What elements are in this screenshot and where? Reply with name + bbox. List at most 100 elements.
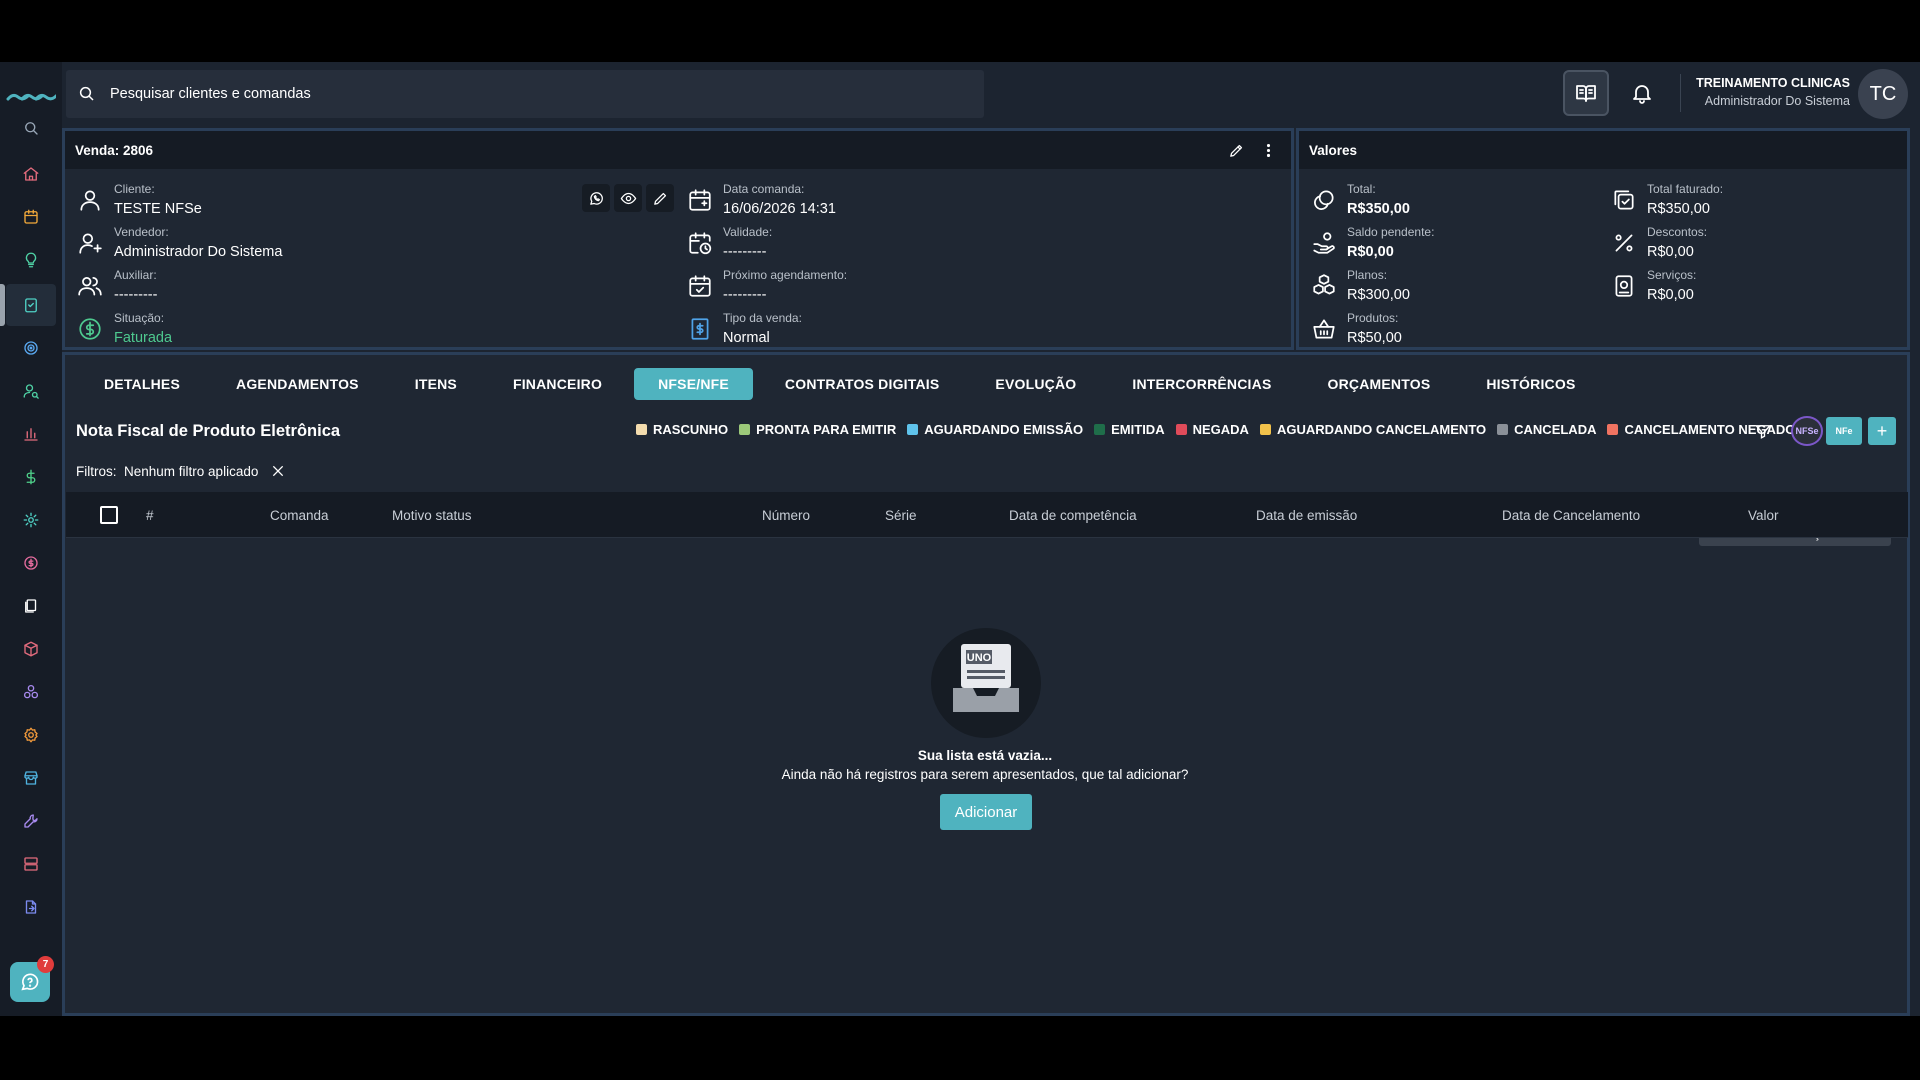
coin-icon[interactable] [19,551,43,575]
total-billed-value: R$350,00 [1647,201,1710,217]
circles-icon[interactable] [19,680,43,704]
search-input[interactable] [110,86,910,102]
bell-icon [1633,85,1651,104]
target-icon[interactable] [19,336,43,360]
boxes-icon [1311,273,1337,299]
clear-filters-icon[interactable] [270,463,286,479]
status-label: Situação: [114,311,165,325]
services-label: Serviços: [1647,268,1697,282]
dollar-icon[interactable] [19,465,43,489]
assistant-value: --------- [114,287,158,303]
lightbulb-icon[interactable] [19,248,43,272]
products-label: Produtos: [1347,311,1399,325]
date-field: Data comanda: 16/06/2026 14:31 [723,182,836,217]
receipt-dollar-icon [687,316,713,342]
users-icon [77,273,103,299]
discounts-field: Descontos: R$0,00 [1647,225,1707,260]
column-header[interactable]: # [146,508,154,523]
assistant-field: Auxiliar: --------- [114,268,157,303]
legend-swatch [739,424,751,435]
tab-historicos[interactable]: HISTÓRICOS [1462,368,1599,400]
add-record-button[interactable]: Adicionar [940,794,1032,830]
client-field: Cliente: TESTE NFSe [114,182,202,217]
wrench-icon[interactable] [19,809,43,833]
percent-icon [1611,230,1637,256]
select-all-checkbox[interactable] [100,506,118,524]
tab-intercorrencias[interactable]: INTERCORRÊNCIAS [1108,368,1295,400]
server-icon[interactable] [19,852,43,876]
service-icon [1611,273,1637,299]
notifications-button[interactable] [1619,70,1665,116]
app-window: 7 TREINAMENTO CLINICAS Administrador Do … [0,62,1920,1016]
status-value: Faturada [114,330,173,346]
avatar[interactable]: TC [1858,69,1908,119]
tab-financeiro[interactable]: FINANCEIRO [489,368,626,400]
column-header[interactable]: Data de emissão [1256,508,1357,523]
validity-label: Validade: [723,225,773,239]
manual-button[interactable] [1563,70,1609,116]
total-value: R$350,00 [1347,201,1410,217]
chart-icon[interactable] [19,422,43,446]
tab-agendamentos[interactable]: AGENDAMENTOS [212,368,383,400]
user-search-icon[interactable] [19,379,43,403]
column-header[interactable]: Motivo status [392,508,472,523]
filter-icon [1754,425,1772,439]
legend-item: CANCELADA [1497,422,1596,437]
column-header[interactable]: Data de Cancelamento [1502,508,1640,523]
legend-item: PRONTA PARA EMITIR [739,422,896,437]
table-header: # Comanda Motivo status Número Série Dat… [66,492,1908,538]
discounts-value: R$0,00 [1647,244,1694,260]
calendar-icon[interactable] [19,205,43,229]
nfe-button[interactable]: NFe [1826,417,1862,445]
gear-icon[interactable] [19,508,43,532]
user-plus-icon [77,230,103,256]
settings-icon[interactable] [19,723,43,747]
tab-itens[interactable]: ITENS [391,368,481,400]
edit-sale-button[interactable] [1222,136,1250,164]
client-label: Cliente: [114,182,155,196]
legend-swatch [636,424,647,435]
view-client-button[interactable] [614,184,642,212]
export-icon[interactable] [19,895,43,919]
checklist-icon[interactable] [19,293,43,317]
legend-item: AGUARDANDO EMISSÃO [907,422,1083,437]
nfse-button[interactable]: NFSe [1791,416,1823,446]
column-header[interactable]: Série [885,508,917,523]
tab-orcamentos[interactable]: ORÇAMENTOS [1304,368,1455,400]
inbox-icon: UNO [953,644,1019,712]
calendar-clock-icon [687,230,713,256]
legend-item: AGUARDANDO CANCELAMENTO [1259,422,1486,437]
legend-label: PRONTA PARA EMITIR [756,422,897,437]
empty-state-title: Sua lista está vazia... [917,748,1053,763]
calendar-check-icon [687,273,713,299]
edit-client-button[interactable] [646,184,674,212]
search-bar[interactable] [66,70,984,118]
assistant-label: Auxiliar: [114,268,157,282]
seller-field: Vendedor: Administrador Do Sistema [114,225,282,260]
home-icon[interactable] [19,162,43,186]
package-icon[interactable] [19,637,43,661]
pencil-icon [653,192,666,205]
plans-value: R$300,00 [1347,287,1410,303]
empty-state-illustration: UNO [931,628,1041,738]
filter-button[interactable] [1750,417,1776,445]
header-divider [1680,74,1681,112]
whatsapp-button[interactable] [582,184,610,212]
legend-label: RASCUNHO [653,422,729,437]
tab-detalhes[interactable]: DETALHES [80,368,204,400]
column-header[interactable]: Data de competência [1009,508,1137,523]
search-icon[interactable] [19,116,43,140]
add-button[interactable]: + [1868,417,1896,445]
tab-evolucao[interactable]: EVOLUÇÃO [971,368,1100,400]
hand-coin-icon [1311,230,1337,256]
next-appointment-value: --------- [723,287,767,303]
client-value: TESTE NFSe [114,201,202,217]
column-header[interactable]: Valor [1748,508,1779,523]
more-options-button[interactable] [1254,136,1282,164]
legend-label: CANCELADA [1514,422,1597,437]
tab-contratos-digitais[interactable]: CONTRATOS DIGITAIS [761,368,964,400]
column-header[interactable]: Número [762,508,810,523]
documents-icon[interactable] [19,594,43,618]
column-header[interactable]: Comanda [270,508,329,523]
tab-nfse-nfe[interactable]: NFSE/NFE [634,368,753,400]
